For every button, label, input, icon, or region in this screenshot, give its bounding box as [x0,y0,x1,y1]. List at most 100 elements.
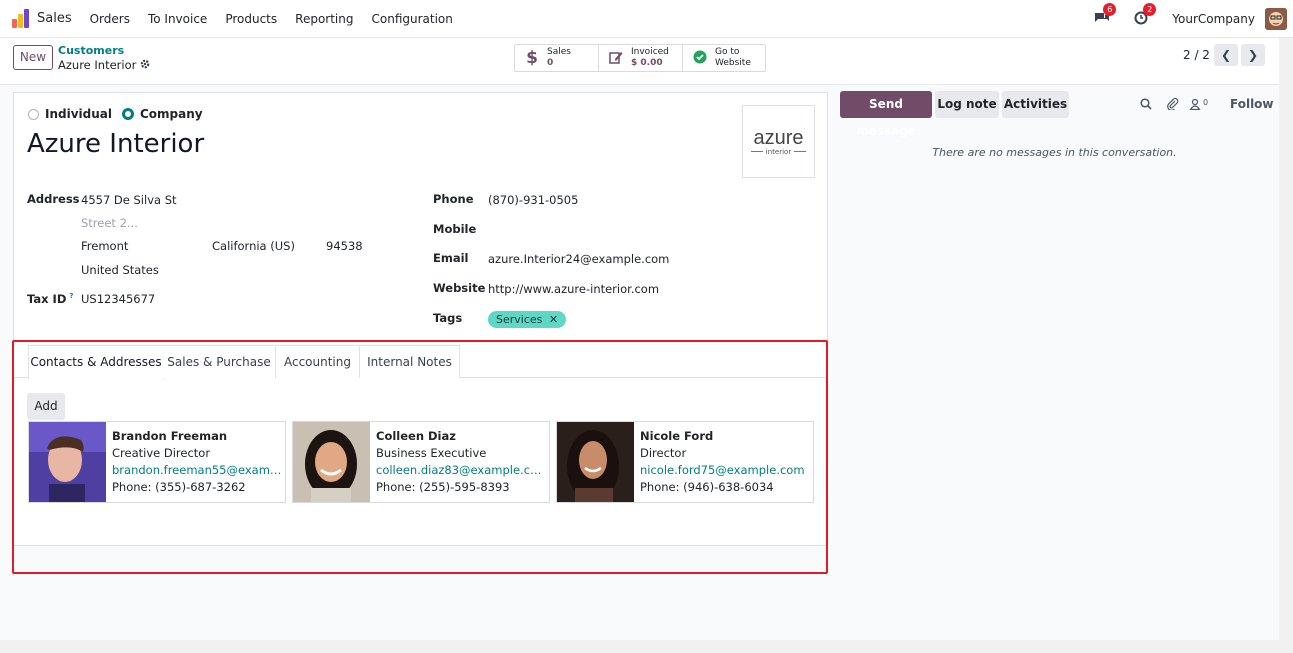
tab-contacts-addresses[interactable]: Contacts & Addresses [28,345,164,379]
partner-name-field[interactable]: Azure Interior [27,129,204,159]
website-smart-button[interactable]: Go to Website [683,45,765,71]
remove-tag-icon[interactable]: ✕ [549,313,558,326]
help-tooltip-icon[interactable]: ? [69,292,73,300]
contact-card[interactable]: Colleen Diaz Business Executive colleen.… [292,421,550,503]
globe-icon [693,50,707,67]
contact-email[interactable]: nicole.ford75@example.com [640,462,812,479]
tax-id-field[interactable]: US12345677 [81,292,155,306]
company-type-radio: Individual Company [28,107,203,121]
tab-internal-notes[interactable]: Internal Notes [360,345,460,378]
email-label: Email [433,251,469,265]
phone-label: Phone [433,192,474,206]
menu-to-invoice[interactable]: To Invoice [148,12,207,26]
company-label[interactable]: Company [140,107,203,121]
messages-count-badge: 6 [1103,3,1117,16]
street-field[interactable]: 4557 De Silva St [81,193,177,207]
contact-name: Colleen Diaz [376,429,456,443]
city-field[interactable]: Fremont [81,239,128,253]
website-field[interactable]: http://www.azure-interior.com [488,282,659,296]
paperclip-icon[interactable] [1166,97,1179,113]
chatter-panel: Send message Log note Activities 0 Follo… [830,85,1279,640]
contact-phone: Phone: (255)-595-8393 [376,480,510,494]
website-label: Go to [715,47,740,57]
individual-label[interactable]: Individual [45,107,112,121]
breadcrumb-current: Azure Interior [58,58,150,72]
contact-card[interactable]: Brandon Freeman Creative Director brando… [28,421,286,503]
log-note-button[interactable]: Log note [935,91,999,118]
contact-name: Nicole Ford [640,429,714,443]
add-contact-button[interactable]: Add [27,393,65,420]
sales-app-icon[interactable] [11,8,31,29]
user-icon [1189,98,1201,113]
chevron-right-icon: ❯ [1247,48,1259,62]
empty-conversation-message: There are no messages in this conversati… [932,146,1177,159]
pager-next-button[interactable]: ❯ [1241,44,1265,66]
followers-count: 0 [1203,97,1209,107]
partner-logo[interactable]: azure interior [742,105,815,178]
dollar-icon: $ [526,48,538,68]
state-field[interactable]: California (US) [212,239,295,253]
notebook-tabs: Contacts & Addresses Sales & Purchase Ac… [14,345,827,379]
tab-sales-purchase[interactable]: Sales & Purchase [163,345,276,378]
breadcrumb-current-label: Azure Interior [58,58,137,72]
logo-word: azure [753,126,804,149]
contact-card[interactable]: Nicole Ford Director nicole.ford75@examp… [556,421,814,503]
contact-email[interactable]: colleen.diaz83@example.com [376,462,548,479]
activities-button[interactable]: 2 [1134,3,1157,29]
zip-field[interactable]: 94538 [326,239,363,253]
logo-sub-text: interior [765,147,792,156]
menu-reporting[interactable]: Reporting [295,12,353,26]
mobile-label: Mobile [433,222,477,236]
tab-accounting[interactable]: Accounting [276,345,360,378]
new-button[interactable]: New [13,45,53,70]
mobile-field[interactable] [488,222,688,236]
breadcrumb-customers[interactable]: Customers [58,44,124,57]
contact-name: Brandon Freeman [112,429,228,443]
vertical-scrollbar[interactable] [1279,38,1293,640]
messages-button[interactable]: 6 [1094,3,1117,29]
sales-smart-button[interactable]: $ Sales 0 [515,45,599,71]
horizontal-scrollbar[interactable] [0,640,1293,653]
pager-value[interactable]: 2 / 2 [1183,48,1210,62]
send-message-button[interactable]: Send message [840,91,932,138]
gear-icon[interactable] [140,58,150,72]
menu-products[interactable]: Products [225,12,277,26]
tags-label: Tags [433,311,463,325]
activities-button[interactable]: Activities [1002,91,1069,118]
company-switcher[interactable]: YourCompany [1172,12,1255,26]
contact-photo [557,422,634,502]
country-field[interactable]: United States [81,263,159,277]
email-field[interactable]: azure.Interior24@example.com [488,252,669,266]
invoiced-smart-button[interactable]: Invoiced $ 0.00 [599,45,683,71]
invoice-icon [609,50,623,67]
tax-id-label-text: Tax ID [27,292,67,306]
street2-field[interactable]: Street 2... [81,216,138,230]
sales-label: Sales [547,47,571,57]
chevron-left-icon: ❮ [1220,48,1232,62]
sales-value: 0 [547,58,554,68]
app-name[interactable]: Sales [37,11,72,26]
phone-field[interactable]: (870)-931-0505 [488,193,578,207]
contact-phone: Phone: (946)-638-6034 [640,480,774,494]
followers-button[interactable]: 0 [1189,98,1208,113]
company-radio[interactable] [122,108,134,120]
menu-orders[interactable]: Orders [90,12,130,26]
logo-sub: interior [750,147,807,156]
menu-configuration[interactable]: Configuration [372,12,453,26]
pager-previous-button[interactable]: ❮ [1214,44,1238,66]
follow-button[interactable]: Follow [1230,97,1274,111]
search-icon[interactable] [1140,97,1152,113]
individual-radio[interactable] [28,108,39,120]
contact-phone: Phone: (355)-687-3262 [112,480,246,494]
contact-role: Creative Director [112,446,211,460]
top-navbar: Sales Orders To Invoice Products Reporti… [0,0,1293,38]
contact-email[interactable]: brandon.freeman55@example... [112,462,284,479]
smart-buttons: $ Sales 0 Invoiced $ 0.00 Go to Website [514,44,766,72]
user-avatar[interactable] [1265,8,1287,30]
tag-services[interactable]: Services ✕ [488,311,567,328]
tax-id-label: Tax ID? [27,292,73,306]
chatter-tools: 0 [1140,97,1208,113]
tag-label: Services [496,313,543,326]
control-panel: New Customers Azure Interior $ Sales 0 I… [0,38,1293,85]
activities-count-badge: 2 [1143,3,1157,16]
